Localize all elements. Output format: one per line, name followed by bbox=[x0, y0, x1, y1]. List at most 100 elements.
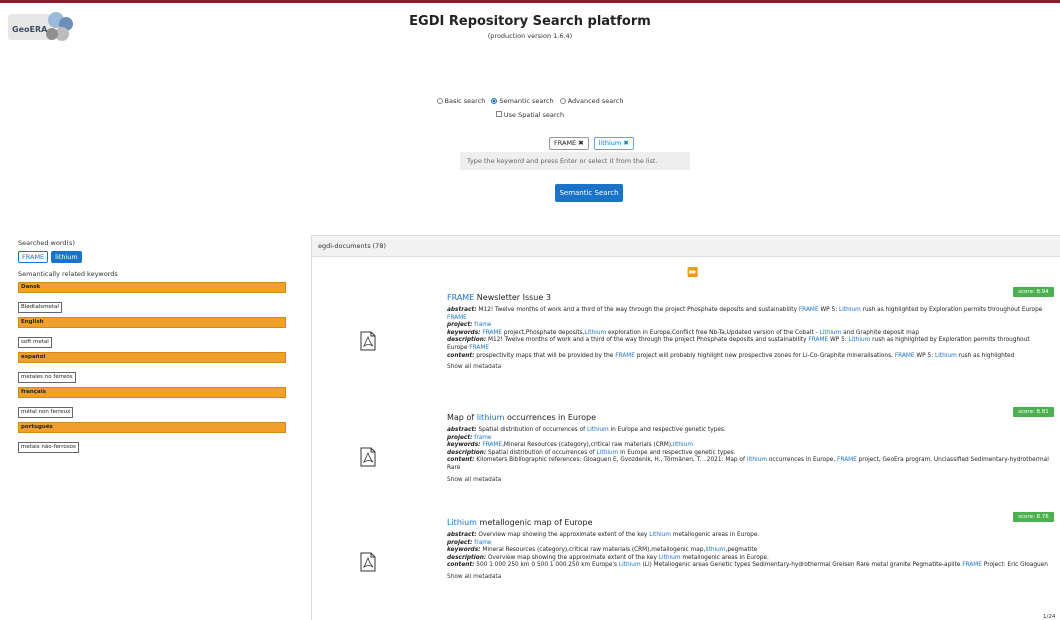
highlighted-term[interactable]: Lithium bbox=[849, 337, 871, 343]
metadata-row: keywords: Mineral Resources (category),c… bbox=[447, 547, 1049, 555]
radio-icon[interactable] bbox=[559, 98, 566, 104]
metadata-row: project: frame bbox=[447, 435, 1049, 443]
metadata-key: project: bbox=[447, 322, 473, 329]
radio-icon[interactable] bbox=[436, 98, 443, 104]
highlighted-term[interactable]: frame bbox=[472, 435, 491, 441]
highlighted-term[interactable]: FRAME bbox=[482, 442, 502, 448]
result-text: occurrences in Europe bbox=[504, 413, 596, 422]
remove-chip-icon[interactable]: ✖ bbox=[578, 139, 583, 147]
highlighted-term[interactable]: Lithium bbox=[649, 532, 671, 538]
semantic-search-button[interactable]: Semantic Search bbox=[555, 184, 623, 202]
result-text: ,pegmatite bbox=[725, 547, 758, 554]
related-keyword-chip[interactable]: metales no férreos bbox=[18, 372, 76, 383]
metadata-row: abstract: M12! Twelve months of work and… bbox=[447, 307, 1049, 322]
searched-word-frame[interactable]: FRAME bbox=[18, 251, 49, 263]
result-text: rush as highlighted by Exploration permi… bbox=[860, 307, 1043, 313]
highlighted-term[interactable]: frame bbox=[472, 322, 491, 328]
radio-icon[interactable] bbox=[491, 98, 498, 104]
result-body: abstract: M12! Twelve months of work and… bbox=[447, 307, 1049, 372]
results-header: egdi-documents (78) bbox=[312, 235, 1060, 257]
radio-semantic-search[interactable]: Semantic search bbox=[491, 97, 554, 105]
checkbox-icon[interactable] bbox=[495, 111, 502, 117]
metadata-row: project: frame bbox=[447, 540, 1049, 548]
language-group-header[interactable]: français bbox=[18, 387, 286, 398]
pdf-document-icon[interactable] bbox=[360, 447, 376, 467]
highlighted-term[interactable]: Lithium bbox=[935, 353, 957, 359]
language-group-header[interactable]: English bbox=[18, 317, 286, 328]
metadata-key: content: bbox=[447, 457, 475, 464]
result-text: project will probably highlight new pros… bbox=[634, 352, 895, 359]
score-badge: score: 8.81 bbox=[1013, 407, 1054, 417]
metadata-key: project: bbox=[447, 434, 473, 441]
related-keyword-chip[interactable]: soft metal bbox=[18, 337, 52, 348]
radio-advanced-search[interactable]: Advanced search bbox=[559, 97, 623, 105]
keyword-chips: FRAME ✖ lithium ✖ bbox=[549, 137, 634, 150]
show-metadata-link[interactable]: Show all metadata bbox=[447, 477, 1049, 485]
highlighted-term[interactable]: frame bbox=[472, 540, 491, 546]
language-group-header[interactable]: Dansk bbox=[18, 282, 286, 293]
searched-words-label: Searched word(s) bbox=[18, 239, 75, 247]
related-keyword-chip[interactable]: métal non ferreux bbox=[18, 407, 74, 418]
metadata-key: keywords: bbox=[447, 329, 481, 336]
score-badge: score: 8.94 bbox=[1013, 287, 1054, 297]
metadata-row: keywords: FRAME,Mineral Resources (categ… bbox=[447, 442, 1049, 450]
result-title[interactable]: Map of lithium occurrences in Europe bbox=[447, 413, 596, 422]
highlighted-term[interactable]: Lithium bbox=[659, 555, 681, 561]
searched-word-lithium[interactable]: lithium bbox=[51, 251, 82, 263]
highlighted-term[interactable]: Lithium bbox=[447, 518, 477, 527]
remove-chip-icon[interactable]: ✖ bbox=[623, 139, 628, 147]
highlighted-term[interactable]: Lithium bbox=[584, 330, 606, 336]
highlighted-term[interactable]: Lithium bbox=[820, 330, 842, 336]
highlighted-term[interactable]: lithium bbox=[673, 442, 693, 448]
highlighted-term[interactable]: FRAME bbox=[895, 353, 915, 359]
highlighted-term[interactable]: FRAME bbox=[837, 457, 857, 463]
radio-basic-search[interactable]: Basic search bbox=[436, 97, 485, 105]
result-text: rush as highlighted bbox=[956, 352, 1015, 359]
highlighted-term[interactable]: FRAME bbox=[962, 562, 982, 568]
metadata-row: content: prospectivity maps that will be… bbox=[447, 353, 1049, 361]
metadata-key: abstract: bbox=[447, 532, 477, 538]
metadata-key: keywords: bbox=[447, 547, 481, 554]
related-keywords-list: Dansk Blødtalsmetal English soft metal españ… bbox=[18, 282, 286, 453]
keyword-chip-lithium[interactable]: lithium ✖ bbox=[593, 137, 634, 150]
highlighted-term[interactable]: FRAME bbox=[808, 337, 828, 343]
highlighted-term[interactable]: FRAME bbox=[799, 307, 819, 313]
pdf-document-icon[interactable] bbox=[360, 331, 376, 351]
highlighted-term[interactable]: FRAME bbox=[615, 353, 635, 359]
related-keyword-chip[interactable]: Blødtalsmetal bbox=[18, 302, 62, 313]
highlighted-term[interactable]: FRAME bbox=[469, 345, 489, 351]
top-accent-bar bbox=[0, 0, 1060, 3]
language-group-header[interactable]: español bbox=[18, 352, 286, 363]
search-mode-group: Basic search Semantic search Advanced se… bbox=[0, 97, 1060, 106]
result-text: metallogenic areas in Europe. bbox=[680, 554, 769, 561]
related-keywords-label: Semantically related keywords bbox=[18, 270, 118, 278]
result-title[interactable]: FRAME Newsletter Issue 3 bbox=[447, 293, 551, 302]
highlighted-term[interactable]: FRAME bbox=[447, 293, 474, 302]
result-text: in Europe and respective genetic types. bbox=[608, 427, 726, 433]
highlighted-term[interactable]: lithium bbox=[477, 413, 505, 422]
keyword-input[interactable]: Type the keyword and press Enter or sele… bbox=[460, 152, 690, 170]
highlighted-term[interactable]: lithium bbox=[705, 547, 725, 553]
metadata-row: abstract: Spatial distribution of occurr… bbox=[447, 427, 1049, 435]
related-keyword-chip[interactable]: metais não-ferrosos bbox=[18, 442, 79, 453]
spatial-search-toggle[interactable]: Use Spatial search bbox=[0, 111, 1060, 119]
language-group-header[interactable]: português bbox=[18, 422, 286, 433]
result-text: metallogenic areas in Europe. bbox=[670, 532, 760, 538]
result-text: 500 1 000 250 km 0 500 1 000 250 km Euro… bbox=[474, 562, 619, 569]
highlighted-term[interactable]: Lithium bbox=[587, 427, 609, 433]
highlighted-term[interactable]: FRAME bbox=[482, 330, 502, 336]
metadata-key: abstract: bbox=[447, 307, 477, 313]
highlighted-term[interactable]: Lithium bbox=[619, 562, 641, 568]
show-metadata-link[interactable]: Show all metadata bbox=[447, 574, 1049, 582]
highlighted-term[interactable]: Lithium bbox=[597, 450, 619, 456]
highlighted-term[interactable]: lithium bbox=[747, 457, 767, 463]
keyword-chip-frame[interactable]: FRAME ✖ bbox=[549, 137, 589, 150]
show-metadata-link[interactable]: Show all metadata bbox=[447, 364, 1049, 372]
result-title[interactable]: Lithium metallogenic map of Europe bbox=[447, 518, 593, 527]
highlighted-term[interactable]: FRAME bbox=[447, 315, 467, 321]
result-text: Kilometers Bibliographic references: Glo… bbox=[474, 457, 747, 464]
highlighted-term[interactable]: Lithium bbox=[839, 307, 861, 313]
fast-forward-icon[interactable]: ⏩ bbox=[687, 268, 698, 278]
result-text: project,Phosphate deposits, bbox=[502, 329, 585, 336]
pdf-document-icon[interactable] bbox=[360, 552, 376, 572]
